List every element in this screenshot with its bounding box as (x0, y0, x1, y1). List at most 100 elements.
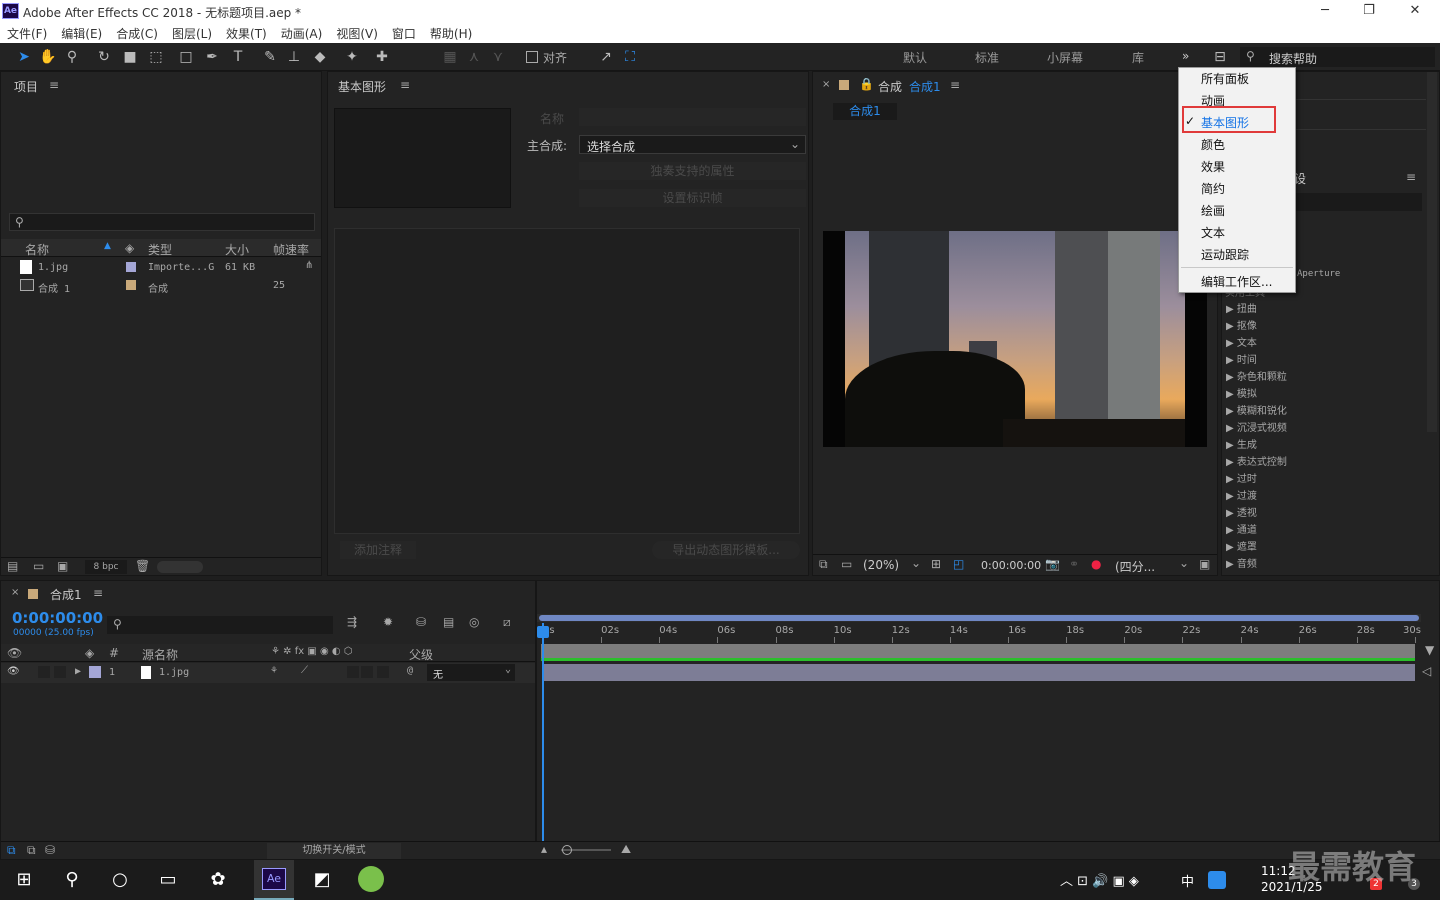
add-comment-button[interactable]: 添加注释 (340, 541, 416, 559)
workspace-small-screen[interactable]: 小屏幕 (1047, 49, 1083, 66)
show-snapshot-icon[interactable]: ⚭ (1069, 557, 1079, 571)
effect-category-item[interactable]: ▶ 扭曲 (1226, 300, 1257, 315)
effect-category-item[interactable]: ▶ 抠像 (1226, 317, 1257, 332)
panel-menu-icon[interactable]: ≡ (93, 586, 103, 600)
eraser-tool-icon[interactable]: ◆ (310, 47, 330, 67)
clone-stamp-tool-icon[interactable]: ⊥ (284, 47, 304, 67)
switch-box[interactable] (361, 666, 373, 678)
name-input[interactable] (579, 108, 806, 126)
graph-editor-icon[interactable]: ⧄ (503, 615, 511, 630)
layer-switches-icon[interactable]: ⧉ (7, 843, 16, 858)
layer-end-icon[interactable]: ◁ (1422, 664, 1431, 678)
menu-edit[interactable]: 编辑(E) (61, 25, 102, 42)
column-size[interactable]: 大小 (225, 241, 249, 258)
timeline-timecode[interactable]: 0:00:00:00 (12, 609, 103, 627)
set-poster-frame-button[interactable]: 设置标识帧 (579, 189, 806, 207)
menu-effect[interactable]: 效果(T) (226, 25, 267, 42)
current-time-indicator[interactable] (542, 623, 544, 841)
pan-behind-tool-icon[interactable]: ⬚ (146, 47, 166, 67)
scrollbar[interactable] (1427, 72, 1437, 432)
align-checkbox[interactable] (526, 51, 538, 63)
fan-app-icon[interactable]: ✿ (194, 860, 242, 900)
workspace-default[interactable]: 默认 (903, 49, 927, 66)
menu-item-all-panels[interactable]: 所有面板 (1201, 70, 1249, 87)
menu-view[interactable]: 视图(V) (336, 25, 378, 42)
resolution-select[interactable]: (四分... (1115, 558, 1155, 575)
thumbnail-slider[interactable] (157, 561, 203, 573)
export-mogrt-button[interactable]: 导出动态图形模板... (652, 541, 800, 559)
new-composition-icon[interactable]: ▣ (57, 559, 68, 573)
frame-blending-icon[interactable]: ▤ (443, 615, 454, 629)
column-type[interactable]: 类型 (148, 241, 172, 258)
label-color-swatch[interactable] (126, 280, 136, 290)
green-app-icon[interactable] (358, 866, 384, 892)
label-color-swatch[interactable] (126, 262, 136, 272)
comp-viewer-tab[interactable]: 合成1 (833, 103, 897, 120)
lock-icon[interactable]: 🔒 (859, 77, 874, 91)
camera-tool-icon[interactable]: ■ (120, 47, 140, 67)
parent-select[interactable]: 无 ⌄ (427, 664, 515, 681)
shy-switch-icon[interactable]: ⚘ (271, 665, 277, 676)
menu-item-edit-workspaces[interactable]: 编辑工作区... (1201, 273, 1272, 290)
effect-category-item[interactable]: ▶ 表达式控制 (1226, 453, 1287, 468)
zoom-in-icon[interactable]: ⛰ (621, 842, 631, 857)
type-tool-icon[interactable]: T (228, 47, 248, 67)
puppet-pin-tool-icon[interactable]: ✚ (372, 47, 392, 67)
panel-menu-icon[interactable]: ≡ (950, 78, 960, 92)
panel-menu-icon[interactable]: ≡ (1406, 170, 1416, 184)
system-tray-icons[interactable]: ︿ ⊡ 🔊 ▣ ◈ (1060, 870, 1139, 889)
help-search-input[interactable]: ⚲ 搜索帮助 (1240, 47, 1435, 67)
more-workspaces-button[interactable]: » (1182, 49, 1189, 63)
world-axis-icon[interactable]: ⋏ (464, 47, 484, 67)
minimize-button[interactable]: ─ (1302, 0, 1348, 23)
effects-search-input[interactable] (1294, 193, 1422, 211)
menu-layer[interactable]: 图层(L) (172, 25, 212, 42)
close-tab-icon[interactable]: × (822, 79, 830, 90)
viewer-timecode[interactable]: 0:00:00:00 (981, 559, 1041, 572)
views-layout-icon[interactable]: ▣ (1199, 557, 1210, 571)
region-of-interest-icon[interactable]: ⊞ (931, 557, 941, 571)
effect-category-item[interactable]: ▶ 杂色和颗粒 (1226, 368, 1287, 383)
rotate-tool-icon[interactable]: ↻ (94, 47, 114, 67)
restore-button[interactable]: ❐ (1346, 0, 1392, 23)
layer-label-swatch[interactable] (89, 666, 101, 678)
comp-end-marker-icon[interactable]: ▼ (1425, 643, 1434, 657)
comp-mini-flowchart-icon[interactable]: ⇶ (347, 615, 357, 629)
brush-tool-icon[interactable]: ✎ (260, 47, 280, 67)
notes-app-icon[interactable]: ◩ (298, 860, 346, 900)
work-area-bar[interactable] (537, 614, 1421, 622)
interpret-footage-icon[interactable]: ▤ (7, 559, 18, 573)
effect-category-item[interactable]: ▶ 过渡 (1226, 487, 1257, 502)
after-effects-taskbar-button[interactable]: Ae (254, 860, 294, 900)
project-search-input[interactable]: ⚲ (9, 213, 315, 231)
project-row[interactable]: 合成 1 合成 25 (1, 277, 321, 295)
expand-arrow-icon[interactable]: ▶ (75, 666, 81, 677)
hand-tool-icon[interactable]: ✋ (38, 47, 58, 67)
column-fps[interactable]: 帧速率 (273, 241, 309, 258)
comp-panel-title-name[interactable]: 合成1 (909, 78, 941, 95)
timeline-tab-title[interactable]: 合成1 (50, 586, 82, 603)
selection-tool-icon[interactable]: ➤ (14, 47, 34, 67)
in-out-icon[interactable]: ⛁ (45, 843, 55, 857)
pick-whip-icon[interactable]: @ (407, 665, 413, 676)
rectangle-tool-icon[interactable]: □ (176, 47, 196, 67)
effect-category-item[interactable]: ▶ 遮罩 (1226, 538, 1257, 553)
delete-icon[interactable]: 🗑 (135, 559, 150, 573)
menu-composition[interactable]: 合成(C) (116, 25, 158, 42)
master-comp-select[interactable]: 选择合成 ⌄ (579, 135, 806, 154)
time-ruler[interactable]: 0s02s04s06s08s10s12s14s16s18s20s22s24s26… (537, 623, 1421, 643)
column-name[interactable]: 名称 (25, 241, 49, 258)
snap-grid-icon[interactable]: ⛶ (620, 47, 640, 67)
eye-icon[interactable]: 👁 (7, 666, 20, 677)
cortana-icon[interactable]: ○ (96, 860, 144, 900)
menu-item-minimal[interactable]: 简约 (1201, 180, 1225, 197)
toggle-switches-modes-button[interactable]: 切换开关/模式 (267, 843, 401, 859)
panel-menu-icon[interactable]: ≡ (49, 78, 59, 92)
effect-category-item[interactable]: ▶ 时间 (1226, 351, 1257, 366)
transparency-grid-icon[interactable]: ◰ (953, 557, 964, 571)
close-button[interactable]: ✕ (1392, 0, 1438, 23)
menu-animation[interactable]: 动画(A) (281, 25, 323, 42)
column-source-name[interactable]: 源名称 (142, 646, 178, 663)
effect-category-item[interactable]: ▶ 模拟 (1226, 385, 1257, 400)
menu-file[interactable]: 文件(F) (7, 25, 47, 42)
